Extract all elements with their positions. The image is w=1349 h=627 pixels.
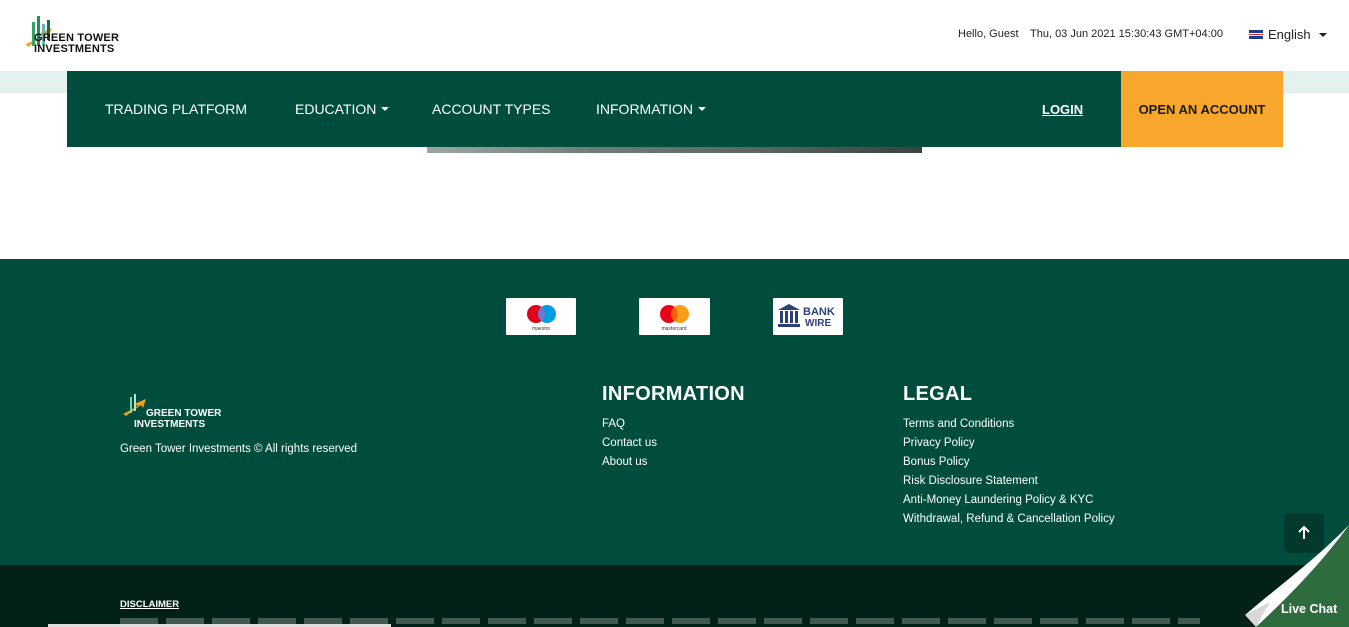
mastercard-card: mastercard [639, 298, 710, 335]
nav-account-types[interactable]: ACCOUNT TYPES [432, 101, 551, 117]
chevron-down-icon [381, 107, 390, 111]
footer-link-contact[interactable]: Contact us [602, 434, 745, 453]
open-account-button[interactable]: OPEN AN ACCOUNT [1121, 71, 1283, 147]
live-chat-label[interactable]: Live Chat [1281, 602, 1337, 616]
top-header: GREEN TOWER INVESTMENTS Hello, Guest Thu… [0, 0, 1349, 71]
nav-label: INFORMATION [596, 101, 693, 117]
disclaimer-title[interactable]: DISCLAIMER [120, 599, 179, 610]
copyright-text: Green Tower Investments © All rights res… [120, 443, 358, 455]
bank-wire-icon: BANK WIRE [778, 304, 835, 329]
greeting-text: Hello, Guest [958, 28, 1019, 40]
nav-label: ACCOUNT TYPES [432, 101, 551, 117]
nav-label: TRADING PLATFORM [105, 101, 248, 117]
footer: maestro mastercard BANK WIRE GREEN TOWER… [0, 259, 1349, 565]
main-navigation: TRADING PLATFORM EDUCATION ACCOUNT TYPES… [67, 71, 1283, 147]
nav-trading-platform[interactable]: TRADING PLATFORM [105, 101, 247, 117]
hero-image [427, 147, 922, 153]
footer-brand-line-1: GREEN TOWER [146, 408, 222, 419]
footer-link-terms[interactable]: Terms and Conditions [903, 415, 1115, 434]
footer-link-about[interactable]: About us [602, 453, 745, 472]
chevron-down-icon [1318, 32, 1327, 37]
mastercard-icon: mastercard [660, 305, 689, 332]
uk-flag-icon [1249, 30, 1263, 39]
chevron-down-icon [697, 107, 706, 111]
maestro-card: maestro [506, 298, 576, 335]
nav-education[interactable]: EDUCATION [295, 101, 390, 117]
bank-wire-line-1: BANK [803, 306, 835, 318]
legal-heading: LEGAL [903, 383, 973, 405]
footer-link-withdrawal[interactable]: Withdrawal, Refund & Cancellation Policy [903, 510, 1115, 529]
legal-column: LEGAL Terms and Conditions Privacy Polic… [903, 383, 1115, 529]
bank-wire-line-2: WIRE [805, 318, 831, 329]
footer-link-faq[interactable]: FAQ [602, 415, 745, 434]
information-heading: INFORMATION [602, 383, 745, 405]
maestro-text: maestro [532, 326, 550, 332]
language-label: English [1268, 27, 1311, 42]
bank-wire-card: BANK WIRE [773, 298, 843, 335]
footer-brand-name: GREEN TOWER INVESTMENTS [128, 408, 221, 430]
footer-link-risk[interactable]: Risk Disclosure Statement [903, 472, 1115, 491]
language-selector[interactable]: English [1249, 27, 1327, 42]
nav-information[interactable]: INFORMATION [596, 101, 706, 117]
footer-link-privacy[interactable]: Privacy Policy [903, 434, 1115, 453]
brand-name[interactable]: GREEN TOWER INVESTMENTS [18, 33, 119, 55]
maestro-icon: maestro [527, 305, 556, 332]
login-link[interactable]: LOGIN [1042, 102, 1083, 117]
footer-brand-line-2: INVESTMENTS [134, 419, 206, 430]
nav-label: EDUCATION [295, 101, 377, 117]
information-column: INFORMATION FAQ Contact us About us [602, 383, 745, 472]
mastercard-text: mastercard [661, 326, 686, 332]
footer-link-bonus[interactable]: Bonus Policy [903, 453, 1115, 472]
footer-link-aml[interactable]: Anti-Money Laundering Policy & KYC [903, 491, 1115, 510]
server-datetime: Thu, 03 Jun 2021 15:30:43 GMT+04:00 [1030, 28, 1223, 40]
brand-line-2: INVESTMENTS [34, 43, 115, 55]
